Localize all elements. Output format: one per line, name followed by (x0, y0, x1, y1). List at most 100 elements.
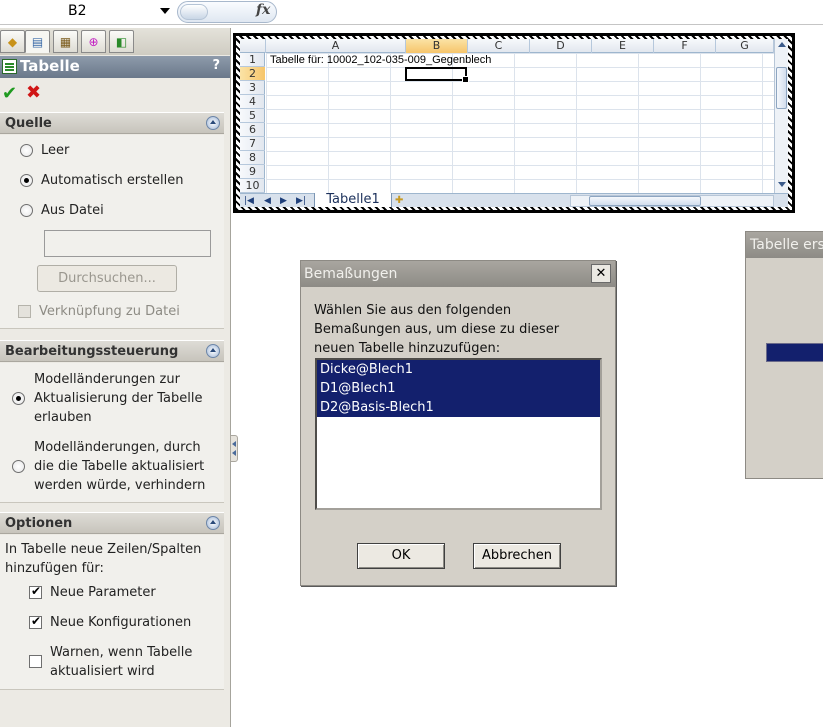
close-icon[interactable]: ✕ (591, 264, 611, 283)
warn-update-line-2: aktualisiert wird (50, 664, 155, 679)
radio-leer[interactable] (20, 144, 33, 157)
quelle-group: Leer Automatisch erstellen Aus Datei Dur… (0, 135, 224, 329)
property-icon: ▤ (31, 34, 44, 49)
radio-datei[interactable] (20, 204, 33, 217)
vertical-scrollbar[interactable] (774, 39, 788, 193)
radio-auto[interactable] (20, 174, 33, 187)
radio-leer-label: Leer (41, 143, 70, 158)
toggle-knob (180, 4, 208, 20)
block-changes-line-2: die die Tabelle aktualisiert (34, 459, 205, 474)
pm-title-bar: Tabelle ? (0, 56, 230, 78)
dialog-title-bar[interactable]: Bemaßungen ✕ (301, 261, 615, 287)
formula-bar: B2 fx (0, 0, 823, 25)
dimensions-dialog: Bemaßungen ✕ Wählen Sie aus den folgende… (300, 260, 616, 586)
manager-tabs: ◆ ▤ ▦ ⊕ ◧ (0, 28, 230, 55)
row-header[interactable]: 2 (240, 67, 265, 81)
sheet-tab[interactable]: Tabelle1 (314, 193, 392, 207)
radio-auto-label: Automatisch erstellen (41, 173, 184, 188)
cell-grid[interactable] (266, 53, 774, 193)
collapse-icon[interactable] (206, 516, 220, 530)
dimxpert-tab[interactable]: ⊕ (81, 30, 106, 53)
first-sheet-icon[interactable]: |◀ (244, 194, 254, 207)
select-all-corner[interactable] (240, 39, 266, 53)
radio-block-changes[interactable] (12, 460, 25, 473)
row-header[interactable]: 4 (240, 95, 265, 109)
column-header-e[interactable]: E (592, 39, 654, 53)
ok-button[interactable]: OK (357, 543, 445, 569)
block-changes-line-1: Modelländerungen, durch (34, 440, 201, 455)
radio-allow-changes[interactable] (12, 392, 25, 405)
row-header[interactable]: 7 (240, 137, 265, 151)
next-sheet-icon[interactable]: ▶ (280, 194, 287, 207)
row-header[interactable]: 9 (240, 165, 265, 179)
quelle-group-header[interactable]: Quelle (0, 112, 224, 134)
group-title: Bearbeitungssteuerung (5, 344, 179, 359)
new-parameters-label: Neue Parameter (50, 585, 156, 600)
new-configurations-checkbox[interactable] (29, 614, 42, 629)
column-header-d[interactable]: D (530, 39, 592, 53)
dimensions-list[interactable]: Dicke@Blech1 D1@Blech1 D2@Basis-Blech1 (315, 358, 602, 510)
row-header[interactable]: 8 (240, 151, 265, 165)
row-header[interactable]: 1 (240, 53, 265, 67)
row-header[interactable]: 10 (240, 179, 265, 193)
row-header[interactable]: 3 (240, 81, 265, 95)
dialog-title-bar[interactable]: Tabelle ers (746, 232, 823, 258)
column-header-a[interactable]: A (266, 39, 406, 53)
progress-bar (766, 343, 823, 362)
horizontal-scrollbar[interactable] (570, 195, 774, 207)
list-item[interactable]: Dicke@Blech1 (317, 360, 600, 379)
active-cell-b2[interactable] (405, 67, 469, 83)
allow-changes-line-3: erlauben (34, 410, 92, 425)
radio-datei-label: Aus Datei (41, 203, 104, 218)
collapse-icon[interactable] (206, 344, 220, 358)
last-sheet-icon[interactable]: ▶| (296, 194, 306, 207)
row-header[interactable]: 6 (240, 123, 265, 137)
list-item[interactable]: D1@Blech1 (317, 379, 600, 398)
column-header-f[interactable]: F (654, 39, 716, 53)
block-changes-line-3: werden würde, verhindern (34, 478, 206, 493)
chevron-down-icon[interactable] (160, 8, 170, 14)
configuration-manager-tab[interactable]: ▦ (53, 30, 78, 53)
feature-tree-icon: ◆ (7, 34, 18, 49)
crosshair-icon: ⊕ (88, 34, 99, 49)
help-button[interactable]: ? (212, 58, 220, 73)
column-header-c[interactable]: C (468, 39, 530, 53)
link-to-file-checkbox[interactable] (18, 305, 31, 318)
cell-a1[interactable]: Tabelle für: 10002_102-035-009_Gegenblec… (270, 54, 491, 66)
confirm-checkmark-icon[interactable]: ✔ (2, 83, 17, 104)
bearbeitung-group: Modelländerungen zur Aktualisierung der … (0, 363, 224, 503)
link-to-file-label: Verknüpfung zu Datei (39, 304, 180, 319)
column-header-b[interactable]: B (406, 39, 468, 53)
name-box[interactable]: B2 (0, 0, 176, 24)
bearbeitung-group-header[interactable]: Bearbeitungssteuerung (0, 340, 224, 362)
optionen-group: In Tabelle neue Zeilen/Spalten hinzufüge… (0, 535, 224, 690)
group-title: Optionen (5, 516, 73, 531)
row-header[interactable]: 5 (240, 109, 265, 123)
cancel-button[interactable]: Abbrechen (473, 543, 561, 569)
scroll-thumb[interactable] (776, 67, 787, 109)
scroll-up-icon[interactable] (778, 42, 786, 47)
display-manager-tab[interactable]: ◧ (109, 30, 134, 53)
spreadsheet-frame: A B C D E F G 1 2 3 4 5 6 7 8 9 10 Tabel… (233, 33, 795, 213)
dialog-title: Tabelle ers (750, 237, 823, 253)
panel-collapse-handle[interactable] (230, 435, 238, 462)
cancel-x-icon[interactable]: ✖ (26, 82, 41, 103)
warn-update-checkbox[interactable] (29, 655, 42, 668)
new-parameters-checkbox[interactable] (29, 584, 42, 599)
feature-manager-tab[interactable]: ◆ (0, 30, 25, 53)
collapse-icon[interactable] (206, 116, 220, 130)
prev-sheet-icon[interactable]: ◀ (264, 194, 271, 207)
scroll-down-icon[interactable] (778, 182, 786, 187)
property-manager: ◆ ▤ ▦ ⊕ ◧ Tabelle ? ✔ ✖ Quelle Leer Auto… (0, 28, 231, 727)
column-header-g[interactable]: G (716, 39, 774, 53)
browse-button[interactable]: Durchsuchen... (37, 265, 177, 292)
scroll-thumb[interactable] (589, 196, 701, 206)
property-manager-tab[interactable]: ▤ (25, 30, 50, 53)
function-icon[interactable]: fx (256, 2, 270, 18)
insert-sheet-icon[interactable]: ✚ (395, 195, 403, 206)
dialog-prompt: Wählen Sie aus den folgenden Bemaßungen … (314, 303, 560, 356)
list-item[interactable]: D2@Basis-Blech1 (317, 398, 600, 417)
pm-title: Tabelle (20, 57, 80, 75)
optionen-group-header[interactable]: Optionen (0, 512, 224, 534)
file-path-input[interactable] (44, 230, 211, 257)
